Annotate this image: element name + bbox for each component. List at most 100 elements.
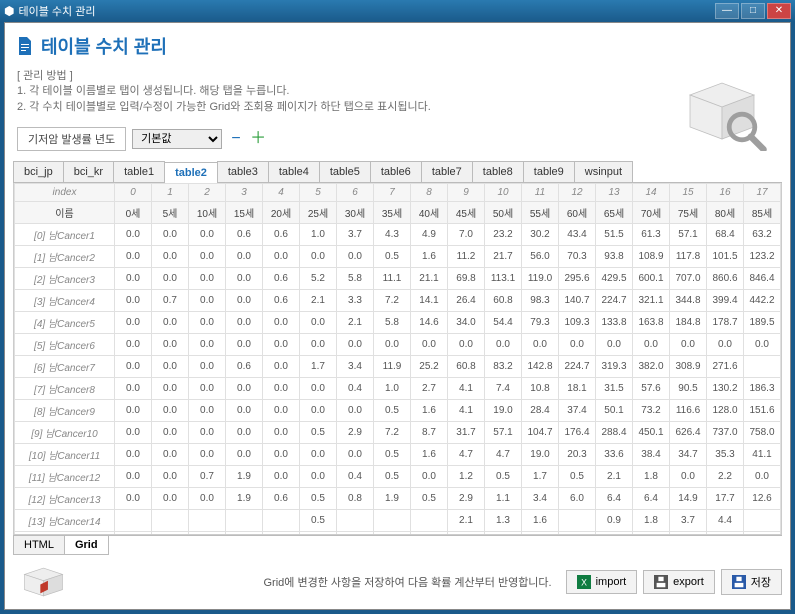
grid-cell[interactable]: 0.0 — [300, 246, 337, 268]
grid-cell[interactable]: 0.0 — [115, 400, 152, 422]
grid-cell[interactable] — [226, 510, 263, 532]
grid-cell[interactable]: 3.7 — [670, 510, 707, 532]
grid-cell[interactable]: 0.0 — [226, 422, 263, 444]
grid-cell[interactable]: 0.0 — [670, 466, 707, 488]
grid-cell[interactable] — [744, 510, 781, 532]
grid-cell[interactable]: 0.7 — [152, 290, 189, 312]
grid-cell[interactable] — [152, 510, 189, 532]
grid-cell[interactable]: 109.3 — [559, 312, 596, 334]
grid-cell[interactable]: 0.0 — [263, 444, 300, 466]
grid-cell[interactable]: 0.0 — [300, 334, 337, 356]
grid-cell[interactable]: 140.7 — [559, 290, 596, 312]
grid-cell[interactable]: 73.2 — [633, 400, 670, 422]
grid-cell[interactable]: 7.0 — [448, 224, 485, 246]
grid-cell[interactable]: 0.0 — [300, 444, 337, 466]
grid-cell[interactable]: 1.9 — [226, 488, 263, 510]
grid-cell[interactable]: 6.0 — [559, 488, 596, 510]
grid-cell[interactable]: 4.4 — [707, 510, 744, 532]
grid-cell[interactable]: 0.0 — [189, 290, 226, 312]
grid-cell[interactable]: 130.2 — [707, 378, 744, 400]
grid-cell[interactable]: 0.0 — [670, 334, 707, 356]
grid-cell[interactable]: 90.5 — [670, 378, 707, 400]
grid-cell[interactable]: 51.5 — [596, 224, 633, 246]
grid-cell[interactable] — [115, 510, 152, 532]
grid-cell[interactable]: 0.0 — [115, 444, 152, 466]
grid-cell[interactable]: 0.5 — [300, 422, 337, 444]
grid-cell[interactable]: 0.0 — [152, 334, 189, 356]
grid-cell[interactable]: 1.7 — [300, 356, 337, 378]
sub-tab-html[interactable]: HTML — [13, 536, 65, 555]
grid-cell[interactable]: 0.0 — [374, 334, 411, 356]
grid-cell[interactable]: 0.5 — [374, 466, 411, 488]
grid-cell[interactable]: 0.4 — [337, 378, 374, 400]
tab-wsinput[interactable]: wsinput — [574, 161, 633, 182]
grid-cell[interactable]: 1.1 — [485, 488, 522, 510]
grid-cell[interactable]: 4.7 — [485, 444, 522, 466]
grid-cell[interactable]: 0.0 — [152, 488, 189, 510]
grid-cell[interactable]: 0.0 — [226, 378, 263, 400]
grid-cell[interactable]: 0.0 — [300, 400, 337, 422]
tab-table3[interactable]: table3 — [217, 161, 269, 182]
grid-cell[interactable]: 1.3 — [485, 510, 522, 532]
grid-cell[interactable]: 34.7 — [670, 444, 707, 466]
grid-cell[interactable] — [744, 356, 781, 378]
grid-cell[interactable]: 0.9 — [596, 510, 633, 532]
grid-cell[interactable]: 0.0 — [115, 246, 152, 268]
grid-cell[interactable]: 0.6 — [226, 224, 263, 246]
grid-cell[interactable]: 0.0 — [189, 422, 226, 444]
grid-cell[interactable]: 0.0 — [115, 356, 152, 378]
grid-cell[interactable]: 101.5 — [707, 246, 744, 268]
grid-cell[interactable]: 382.0 — [633, 356, 670, 378]
tab-table8[interactable]: table8 — [472, 161, 524, 182]
grid-cell[interactable]: 104.7 — [522, 422, 559, 444]
grid-cell[interactable]: 0.0 — [263, 532, 300, 534]
grid-cell[interactable]: 6.9 — [485, 532, 522, 534]
close-button[interactable]: ✕ — [767, 3, 791, 19]
import-button[interactable]: X import — [566, 570, 638, 594]
tab-table4[interactable]: table4 — [268, 161, 320, 182]
grid-cell[interactable]: 0.4 — [337, 466, 374, 488]
grid-cell[interactable]: 20.3 — [559, 444, 596, 466]
grid-cell[interactable]: 1.2 — [448, 466, 485, 488]
grid-cell[interactable]: 0.0 — [337, 444, 374, 466]
grid-cell[interactable]: 60.8 — [448, 356, 485, 378]
grid-cell[interactable]: 70.3 — [559, 246, 596, 268]
grid-cell[interactable]: 626.4 — [670, 422, 707, 444]
grid-cell[interactable]: 0.0 — [522, 334, 559, 356]
grid-cell[interactable]: 0.0 — [411, 466, 448, 488]
grid-cell[interactable]: 167.4 — [744, 532, 781, 534]
grid-cell[interactable]: 0.0 — [263, 466, 300, 488]
grid-cell[interactable]: 41.1 — [744, 444, 781, 466]
grid-cell[interactable]: 0.0 — [115, 488, 152, 510]
grid-cell[interactable]: 0.0 — [189, 268, 226, 290]
grid-cell[interactable]: 4.1 — [448, 378, 485, 400]
grid-cell[interactable]: 0.5 — [485, 466, 522, 488]
grid-cell[interactable]: 0.0 — [263, 422, 300, 444]
grid-cell[interactable]: 0.5 — [374, 400, 411, 422]
grid-cell[interactable]: 189.5 — [744, 312, 781, 334]
param-select[interactable]: 기본값 — [132, 129, 222, 149]
grid-cell[interactable]: 68.4 — [707, 224, 744, 246]
tab-table1[interactable]: table1 — [113, 161, 165, 182]
grid-cell[interactable]: 846.4 — [744, 268, 781, 290]
grid-cell[interactable]: 50.1 — [596, 400, 633, 422]
grid-cell[interactable]: 11.1 — [374, 268, 411, 290]
grid-cell[interactable]: 108.9 — [633, 246, 670, 268]
grid-cell[interactable]: 186.3 — [744, 378, 781, 400]
grid-cell[interactable]: 60.8 — [485, 290, 522, 312]
grid-cell[interactable]: 0.0 — [189, 488, 226, 510]
grid-cell[interactable]: 0.0 — [152, 422, 189, 444]
grid-cell[interactable]: 0.6 — [263, 268, 300, 290]
grid-cell[interactable]: 43.4 — [559, 224, 596, 246]
grid-cell[interactable]: 0.0 — [226, 532, 263, 534]
grid-cell[interactable]: 344.8 — [670, 290, 707, 312]
grid-cell[interactable]: 707.0 — [670, 268, 707, 290]
grid-cell[interactable]: 0.0 — [189, 356, 226, 378]
grid-cell[interactable]: 20.8 — [596, 532, 633, 534]
grid-cell[interactable]: 19.0 — [522, 444, 559, 466]
grid-cell[interactable]: 57.1 — [670, 224, 707, 246]
grid-cell[interactable]: 3.3 — [337, 290, 374, 312]
grid-cell[interactable]: 224.7 — [559, 356, 596, 378]
grid-cell[interactable]: 0.8 — [337, 488, 374, 510]
grid-cell[interactable]: 0.0 — [300, 466, 337, 488]
